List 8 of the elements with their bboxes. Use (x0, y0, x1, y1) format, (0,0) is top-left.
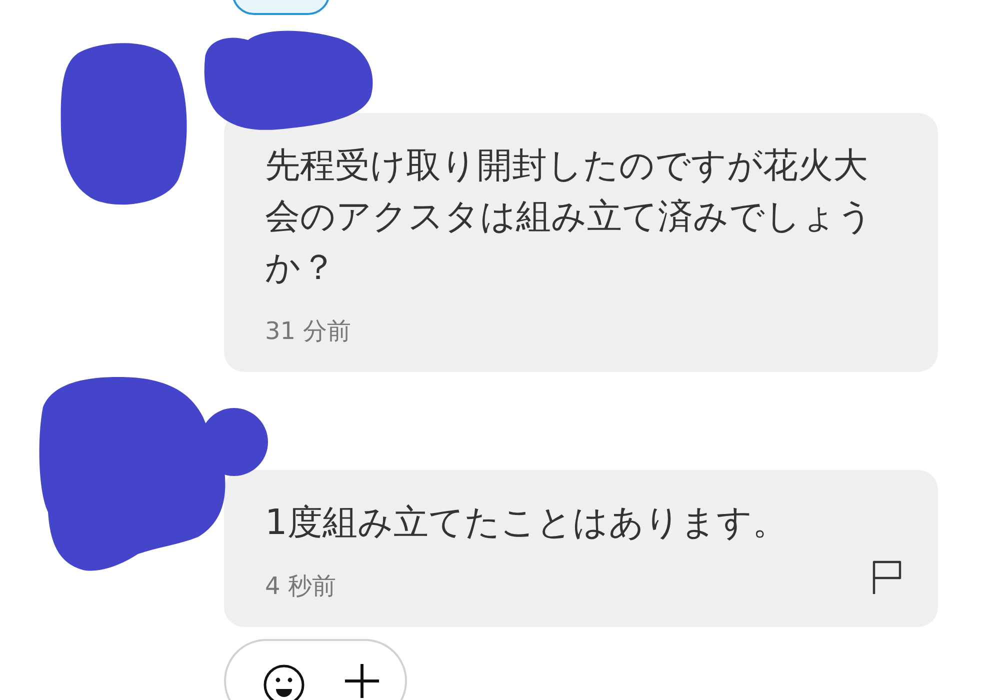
flag-icon[interactable] (872, 560, 902, 594)
add-reaction-button[interactable] (224, 639, 407, 700)
comment-text: 先程受け取り開封したのですが花火大会のアクスタは組み立て済みでしょうか？ (265, 145, 874, 290)
comment-text: 1度組み立てたことはあります。 (265, 502, 788, 545)
timestamp: 31 分前 (265, 316, 352, 346)
plus-icon (345, 664, 379, 698)
timestamp: 4 秒前 (265, 571, 336, 601)
smiley-icon (263, 664, 305, 700)
